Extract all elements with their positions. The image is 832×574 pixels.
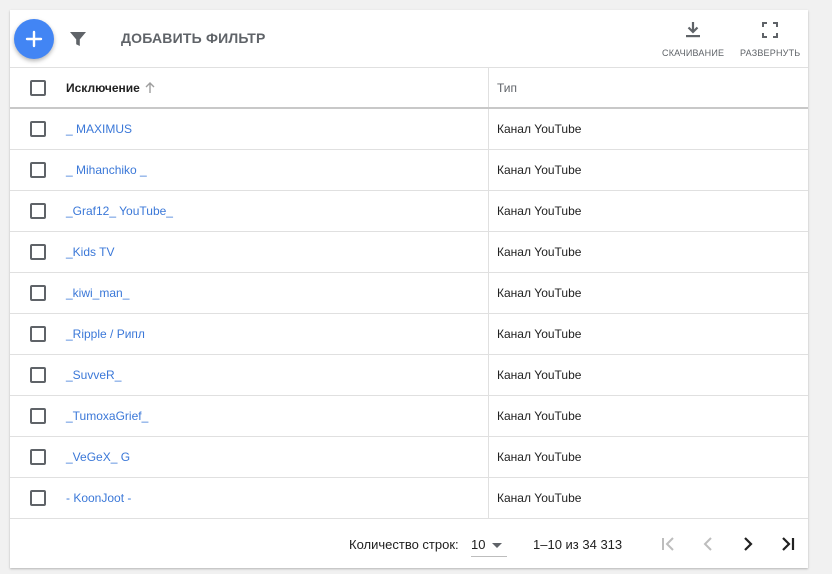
type-cell: Канал YouTube <box>497 163 582 177</box>
add-filter-button[interactable]: ДОБАВИТЬ ФИЛЬТР <box>121 30 266 46</box>
download-label: СКАЧИВАНИЕ <box>662 48 725 58</box>
column-divider <box>488 109 489 149</box>
rows-per-page-label: Количество строк: <box>349 537 459 552</box>
plus-icon <box>25 30 43 48</box>
rows-per-page-value: 10 <box>471 537 486 552</box>
exclusions-card: ДОБАВИТЬ ФИЛЬТР СКАЧИВАНИЕ РАЗВЕРНУТЬ Ис… <box>10 10 808 568</box>
exclusion-link[interactable]: _ MAXIMUS <box>66 122 132 136</box>
column-divider <box>488 232 489 272</box>
column-divider <box>488 396 489 436</box>
exclusion-link[interactable]: _Graf12_ YouTube_ <box>66 204 173 218</box>
table-row: _VeGeX_ G Канал YouTube <box>10 437 808 478</box>
select-all-checkbox[interactable] <box>30 79 46 96</box>
type-cell: Канал YouTube <box>497 286 582 300</box>
previous-page-icon[interactable] <box>698 534 718 554</box>
row-checkbox[interactable] <box>30 162 46 178</box>
exclusion-link[interactable]: - KoonJoot - <box>66 491 131 505</box>
download-button[interactable]: СКАЧИВАНИЕ <box>662 20 724 58</box>
fullscreen-icon <box>762 22 778 38</box>
exclusion-link[interactable]: _VeGeX_ G <box>66 450 130 464</box>
row-checkbox[interactable] <box>30 203 46 219</box>
column-divider <box>488 191 489 231</box>
type-cell: Канал YouTube <box>497 450 582 464</box>
table-row: _ Mihanchiko _ Канал YouTube <box>10 150 808 191</box>
row-checkbox[interactable] <box>30 244 46 260</box>
type-cell: Канал YouTube <box>497 204 582 218</box>
expand-label: РАЗВЕРНУТЬ <box>740 48 801 58</box>
column-divider <box>488 314 489 354</box>
table-row: - KoonJoot - Канал YouTube <box>10 478 808 519</box>
row-checkbox[interactable] <box>30 121 46 137</box>
add-button[interactable] <box>14 19 54 59</box>
column-divider <box>488 355 489 395</box>
column-divider <box>488 478 489 518</box>
exclusion-link[interactable]: _Ripple / Рипл <box>66 327 145 341</box>
page-range-text: 1–10 из 34 313 <box>533 537 623 552</box>
last-page-icon[interactable] <box>778 534 798 554</box>
exclusion-link[interactable]: _TumoxaGrief_ <box>66 409 148 423</box>
exclusion-link[interactable]: _SuvveR_ <box>66 368 121 382</box>
table-row: _Kids TV Канал YouTube <box>10 232 808 273</box>
column-divider <box>488 273 489 313</box>
column-header-type: Тип <box>497 81 518 95</box>
column-header-exclusion[interactable]: Исключение <box>66 81 140 95</box>
expand-button[interactable]: РАЗВЕРНУТЬ <box>740 20 800 58</box>
type-cell: Канал YouTube <box>497 409 582 423</box>
table-row: _Graf12_ YouTube_ Канал YouTube <box>10 191 808 232</box>
exclusion-link[interactable]: _Kids TV <box>66 245 114 259</box>
column-divider <box>488 437 489 477</box>
rows-per-page-select[interactable]: 10 <box>471 533 507 557</box>
row-checkbox[interactable] <box>30 408 46 424</box>
exclusions-table: Исключение Тип _ MAXIMUS Канал YouTube _… <box>10 67 808 519</box>
row-checkbox[interactable] <box>30 449 46 465</box>
table-row: _kiwi_man_ Канал YouTube <box>10 273 808 314</box>
exclusion-link[interactable]: _kiwi_man_ <box>66 286 129 300</box>
row-checkbox[interactable] <box>30 490 46 506</box>
filter-icon[interactable] <box>68 29 88 49</box>
sort-arrow-up-icon[interactable] <box>143 81 157 95</box>
table-header: Исключение Тип <box>10 67 808 109</box>
row-checkbox[interactable] <box>30 367 46 383</box>
type-cell: Канал YouTube <box>497 122 582 136</box>
type-cell: Канал YouTube <box>497 368 582 382</box>
table-row: _TumoxaGrief_ Канал YouTube <box>10 396 808 437</box>
first-page-icon[interactable] <box>658 534 678 554</box>
column-divider <box>488 68 489 107</box>
table-row: _ MAXIMUS Канал YouTube <box>10 109 808 150</box>
table-row: _SuvveR_ Канал YouTube <box>10 355 808 396</box>
row-checkbox[interactable] <box>30 326 46 342</box>
exclusion-link[interactable]: _ Mihanchiko _ <box>66 163 147 177</box>
type-cell: Канал YouTube <box>497 327 582 341</box>
table-row: _Ripple / Рипл Канал YouTube <box>10 314 808 355</box>
download-icon <box>686 22 700 38</box>
dropdown-caret-icon <box>492 543 502 548</box>
type-cell: Канал YouTube <box>497 491 582 505</box>
row-checkbox[interactable] <box>30 285 46 301</box>
pagination-footer: Количество строк: 10 1–10 из 34 313 <box>10 520 808 568</box>
column-divider <box>488 150 489 190</box>
toolbar: ДОБАВИТЬ ФИЛЬТР СКАЧИВАНИЕ РАЗВЕРНУТЬ <box>10 10 808 68</box>
next-page-icon[interactable] <box>738 534 758 554</box>
type-cell: Канал YouTube <box>497 245 582 259</box>
